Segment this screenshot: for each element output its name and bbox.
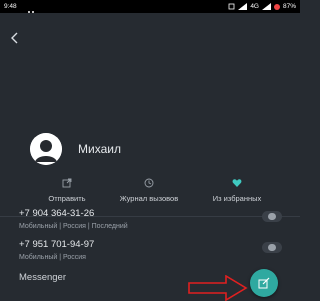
contact-screen: Михаил Отправить Журнал вызовов Из избра… [0, 13, 300, 301]
phone-row[interactable]: +7 904 364-31-26 Мобильный | Россия | По… [19, 208, 289, 230]
status-icons: 4G 87% [228, 0, 296, 13]
call-log-button[interactable]: Журнал вызовов [104, 178, 194, 203]
person-icon [30, 133, 62, 165]
clock-icon [144, 178, 154, 188]
battery-percent: 87% [282, 3, 296, 10]
status-bar: 9:48 4G 87% [0, 0, 300, 13]
share-label: Отправить [48, 194, 86, 203]
edit-contact-button[interactable] [250, 269, 278, 297]
phone-meta: Мобильный | Россия [19, 254, 86, 261]
annotation-arrow-icon [188, 275, 248, 301]
edit-icon [258, 277, 270, 289]
silent-icon [228, 3, 235, 10]
message-icon[interactable] [262, 242, 282, 253]
signal-icon [238, 3, 248, 10]
call-log-label: Журнал вызовов [119, 194, 179, 203]
battery-saver-icon [273, 3, 280, 10]
network-type: 4G [250, 3, 259, 10]
phone-number: +7 951 701-94-97 [19, 239, 95, 250]
signal-icon-2 [261, 3, 271, 10]
phone-number: +7 904 364-31-26 [19, 208, 95, 219]
share-button[interactable]: Отправить [22, 178, 112, 203]
message-icon[interactable] [262, 211, 282, 222]
contact-name: Михаил [78, 142, 121, 156]
contact-actions: Отправить Журнал вызовов Из избранных [0, 178, 300, 212]
messenger-label: Messenger [19, 272, 66, 283]
share-icon [62, 178, 72, 188]
phone-row[interactable]: +7 951 701-94-97 Мобильный | Россия [19, 239, 289, 261]
heart-icon [232, 179, 242, 187]
remove-favorite-label: Из избранных [212, 194, 262, 203]
avatar [30, 133, 62, 165]
remove-favorite-button[interactable]: Из избранных [192, 178, 282, 203]
status-time: 9:48 [4, 3, 17, 10]
back-arrow-icon[interactable] [8, 31, 22, 45]
phone-meta: Мобильный | Россия | Последний [19, 223, 128, 230]
